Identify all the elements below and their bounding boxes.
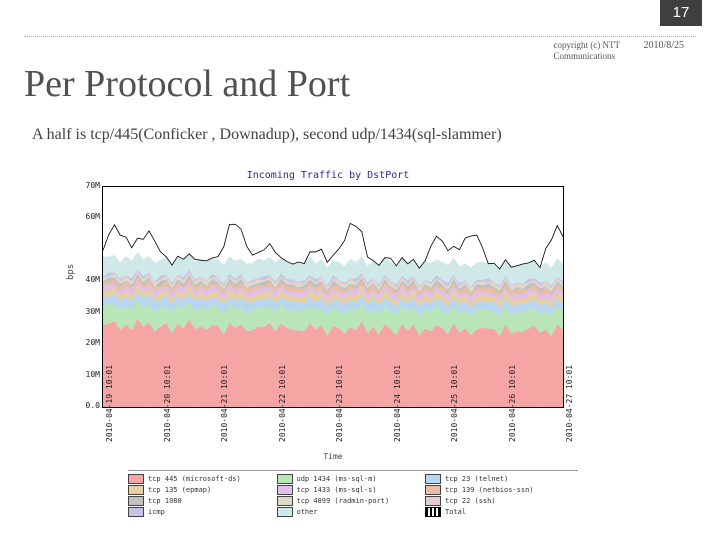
chart-xtick: 2010-04-25 10:01 (450, 434, 459, 442)
legend-item: Total (425, 507, 574, 517)
legend-swatch (277, 485, 293, 495)
chart-ytick: 40M (78, 275, 100, 284)
legend-item: udp 1434 (ms-sql-m) (277, 474, 426, 484)
chart-legend: tcp 445 (microsoft-ds) udp 1434 (ms-sql-m… (128, 470, 578, 518)
legend-label: tcp 139 (netbios-ssn) (445, 486, 534, 494)
legend-swatch (425, 474, 441, 484)
page-title: Per Protocol and Port (24, 62, 350, 106)
legend-label: tcp 445 (microsoft-ds) (148, 475, 241, 483)
legend-swatch (128, 474, 144, 484)
legend-label: tcp 1433 (ms-sql-s) (297, 486, 377, 494)
chart-ytick: 30M (78, 307, 100, 316)
legend-label: Total (445, 508, 466, 516)
legend-swatch (277, 474, 293, 484)
header-divider (24, 36, 696, 37)
chart-xtick: 2010-04-20 10:01 (163, 434, 172, 442)
chart-ylabel: bps (66, 264, 76, 280)
legend-item: tcp 22 (ssh) (425, 496, 574, 506)
legend-swatch (425, 485, 441, 495)
chart-svg (103, 187, 563, 407)
chart-xtick: 2010-04-26 10:01 (508, 434, 517, 442)
chart-xtick: 2010-04-19 10:01 (105, 434, 114, 442)
legend-label: tcp 22 (ssh) (445, 497, 496, 505)
chart-container: Incoming Traffic by DstPort bps Time 201… (68, 170, 588, 470)
legend-label: tcp 135 (epmap) (148, 486, 211, 494)
chart-ytick: 70M (78, 181, 100, 190)
copyright-text: copyright (c) NTT Communications (554, 40, 620, 62)
legend-label: tcp 23 (telnet) (445, 475, 508, 483)
legend-item: tcp 135 (epmap) (128, 485, 277, 495)
chart-ytick: 0.0 (78, 401, 100, 410)
legend-label: tcp 4899 (radmin-port) (297, 497, 390, 505)
legend-swatch (277, 507, 293, 517)
legend-swatch (425, 496, 441, 506)
legend-swatch (277, 496, 293, 506)
chart-xtick: 2010-04-21 10:01 (220, 434, 229, 442)
slide-date: 2010/8/25 (643, 40, 684, 51)
legend-item: other (277, 507, 426, 517)
chart-ytick: 20M (78, 338, 100, 347)
legend-item: tcp 1433 (ms-sql-s) (277, 485, 426, 495)
legend-item: tcp 139 (netbios-ssn) (425, 485, 574, 495)
legend-label: icmp (148, 508, 165, 516)
chart-xtick: 2010-04-23 10:01 (335, 434, 344, 442)
legend-swatch (425, 507, 441, 517)
legend-item: tcp 4899 (radmin-port) (277, 496, 426, 506)
legend-label: udp 1434 (ms-sql-m) (297, 475, 377, 483)
copyright-line1: copyright (c) NTT (554, 40, 620, 50)
chart-ytick: 60M (78, 212, 100, 221)
legend-label: tcp 1080 (148, 497, 182, 505)
legend-item: tcp 23 (telnet) (425, 474, 574, 484)
page-subtitle: A half is tcp/445(Conficker , Downadup),… (32, 126, 502, 144)
page-number-badge: 17 (660, 0, 702, 26)
legend-swatch (128, 496, 144, 506)
legend-swatch (128, 507, 144, 517)
chart-xtick: 2010-04-22 10:01 (278, 434, 287, 442)
legend-swatch (128, 485, 144, 495)
legend-item: icmp (128, 507, 277, 517)
chart-xtick: 2010-04-24 10:01 (393, 434, 402, 442)
legend-label: other (297, 508, 318, 516)
chart-plot-area: Time 2010-04-19 10:012010-04-20 10:01201… (102, 186, 564, 408)
chart-ytick: 10M (78, 370, 100, 379)
copyright-line2: Communications (554, 51, 616, 61)
legend-item: tcp 1080 (128, 496, 277, 506)
chart-title: Incoming Traffic by DstPort (68, 170, 588, 181)
chart-xlabel: Time (103, 452, 563, 461)
legend-item: tcp 445 (microsoft-ds) (128, 474, 277, 484)
chart-xtick: 2010-04-27 10:01 (565, 434, 574, 442)
